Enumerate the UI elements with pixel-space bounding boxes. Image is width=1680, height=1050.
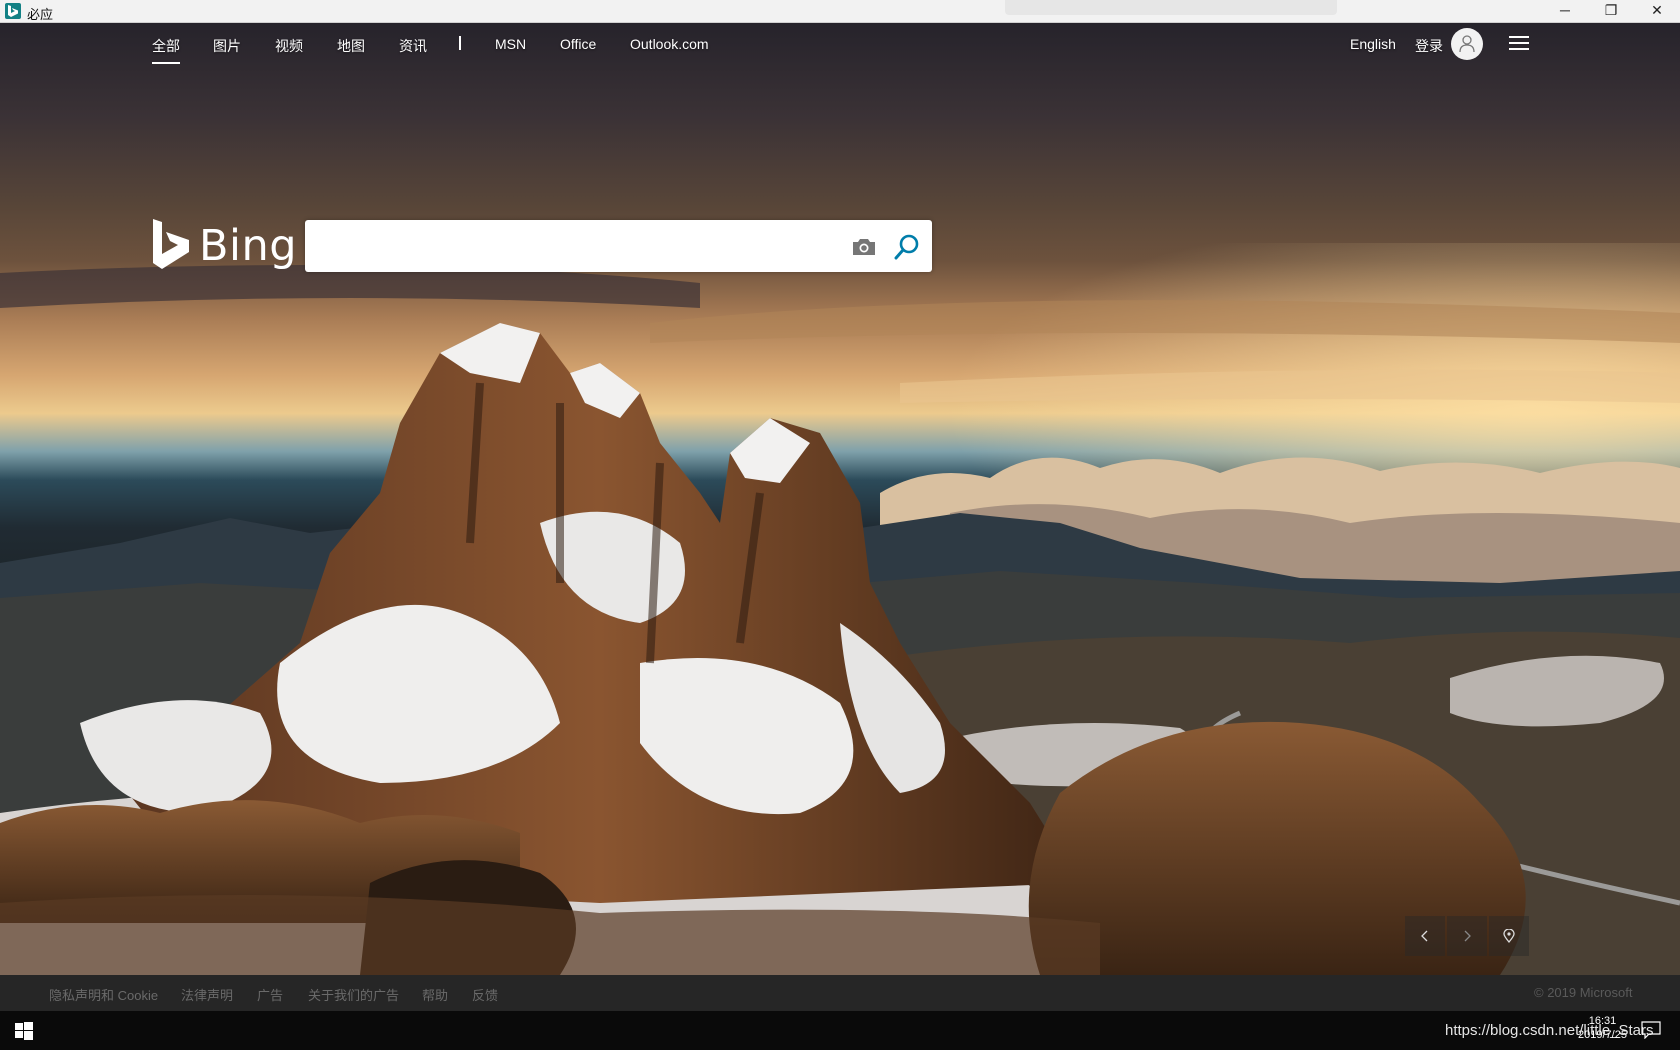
user-icon bbox=[1459, 35, 1475, 53]
bing-b-icon bbox=[153, 219, 189, 269]
taskbar: https://blog.csdn.net/little_Stars 16:31… bbox=[0, 1011, 1680, 1050]
notification-icon[interactable] bbox=[1641, 1021, 1661, 1040]
taskbar-clock[interactable]: 16:31 2019/7/25 bbox=[1578, 1014, 1627, 1042]
search-icon[interactable] bbox=[893, 233, 921, 261]
landscape-illustration bbox=[0, 243, 1680, 975]
chevron-left-icon bbox=[1421, 930, 1428, 942]
close-button[interactable]: ✕ bbox=[1634, 0, 1680, 22]
footer-link-legal[interactable]: 法律声明 bbox=[181, 985, 233, 1004]
search-box bbox=[305, 220, 932, 272]
window-title-bar: 必应 ─ ❐ ✕ bbox=[0, 0, 1680, 23]
language-switch-link[interactable]: English bbox=[1350, 36, 1396, 52]
previous-image-button[interactable] bbox=[1405, 916, 1445, 956]
location-pin-icon bbox=[1503, 929, 1515, 943]
restore-button[interactable]: ❐ bbox=[1588, 0, 1634, 22]
clock-time: 16:31 bbox=[1588, 1015, 1617, 1027]
menu-icon[interactable] bbox=[1509, 36, 1531, 52]
sign-in-link[interactable]: 登录 bbox=[1415, 36, 1443, 56]
window-title: 必应 bbox=[27, 7, 54, 22]
top-navigation: 全部 图片 视频 地图 资讯 MSN Office Outlook.com En… bbox=[0, 23, 1680, 67]
search-input[interactable] bbox=[317, 230, 847, 262]
nav-tab-maps[interactable]: 地图 bbox=[337, 36, 365, 56]
clock-date: 2019/7/25 bbox=[1578, 1029, 1627, 1041]
nav-link-msn[interactable]: MSN bbox=[495, 36, 526, 52]
nav-tab-news[interactable]: 资讯 bbox=[399, 36, 427, 56]
bing-wordmark: Bing bbox=[199, 221, 297, 271]
image-location-button[interactable] bbox=[1489, 916, 1529, 956]
camera-icon[interactable] bbox=[851, 236, 877, 258]
footer: 隐私声明和 Cookie 法律声明 广告 关于我们的广告 帮助 反馈 © 201… bbox=[0, 975, 1680, 1011]
nav-separator bbox=[459, 36, 461, 50]
copyright-text: © 2019 Microsoft bbox=[1534, 985, 1633, 1000]
footer-link-feedback[interactable]: 反馈 bbox=[472, 985, 498, 1004]
windows-start-icon[interactable] bbox=[15, 1022, 33, 1040]
blurred-region bbox=[1005, 0, 1337, 15]
avatar-button[interactable] bbox=[1451, 28, 1483, 60]
footer-link-privacy[interactable]: 隐私声明和 Cookie bbox=[49, 985, 158, 1004]
footer-link-help[interactable]: 帮助 bbox=[422, 985, 448, 1004]
footer-link-advertise[interactable]: 广告 bbox=[257, 985, 283, 1004]
background-image bbox=[0, 23, 1680, 975]
nav-link-outlook[interactable]: Outlook.com bbox=[630, 36, 709, 52]
nav-link-office[interactable]: Office bbox=[560, 36, 596, 52]
nav-tab-videos[interactable]: 视频 bbox=[275, 36, 303, 56]
next-image-button[interactable] bbox=[1447, 916, 1487, 956]
minimize-button[interactable]: ─ bbox=[1542, 0, 1588, 22]
nav-tab-images[interactable]: 图片 bbox=[213, 36, 241, 56]
bing-logo[interactable]: Bing bbox=[151, 219, 297, 271]
nav-tab-all[interactable]: 全部 bbox=[152, 36, 180, 64]
footer-link-about-ads[interactable]: 关于我们的广告 bbox=[308, 985, 399, 1004]
bing-app-icon bbox=[5, 3, 21, 19]
chevron-right-icon bbox=[1464, 930, 1471, 942]
